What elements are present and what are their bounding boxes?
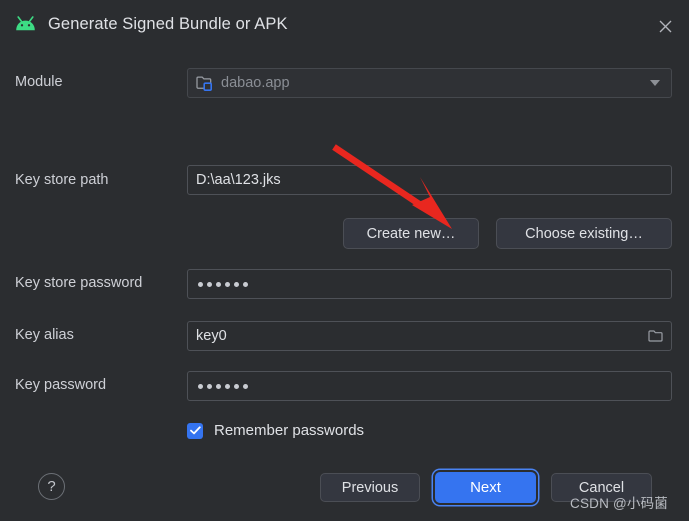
help-button[interactable]: ? — [38, 473, 65, 500]
keystore-path-label: Key store path — [15, 172, 109, 188]
module-value: dabao.app — [221, 75, 290, 91]
key-password-label: Key password — [15, 377, 107, 393]
android-robot-icon — [15, 16, 36, 33]
remember-passwords-row[interactable]: Remember passwords — [187, 422, 364, 439]
keystore-password-masked-value — [196, 281, 248, 287]
close-icon[interactable] — [652, 13, 678, 39]
keystore-password-input[interactable] — [187, 269, 672, 299]
create-new-button[interactable]: Create new… — [343, 218, 479, 249]
module-label: Module — [15, 74, 63, 90]
next-button[interactable]: Next — [435, 472, 536, 503]
folder-icon[interactable] — [645, 325, 667, 347]
remember-passwords-label: Remember passwords — [214, 422, 365, 439]
keystore-path-input[interactable]: D:\aa\123.jks — [187, 165, 672, 195]
watermark-text: CSDN @小码菌 — [570, 496, 669, 511]
remember-passwords-checkbox[interactable] — [187, 422, 203, 439]
key-alias-value: key0 — [196, 328, 227, 344]
previous-button[interactable]: Previous — [320, 473, 420, 502]
dialog-title: Generate Signed Bundle or APK — [48, 15, 288, 33]
keystore-path-value: D:\aa\123.jks — [196, 172, 281, 188]
keystore-password-label: Key store password — [15, 275, 143, 291]
choose-existing-button[interactable]: Choose existing… — [496, 218, 672, 249]
generate-signed-bundle-dialog: Generate Signed Bundle or APK Module dab… — [0, 0, 689, 521]
key-alias-label: Key alias — [15, 327, 74, 343]
module-folder-icon — [196, 75, 214, 91]
chevron-down-icon[interactable] — [650, 80, 660, 86]
key-password-input[interactable] — [187, 371, 672, 401]
dialog-title-bar: Generate Signed Bundle or APK — [0, 0, 689, 51]
key-password-masked-value — [196, 383, 248, 389]
module-combobox[interactable]: dabao.app — [187, 68, 672, 98]
key-alias-input[interactable]: key0 — [187, 321, 672, 351]
